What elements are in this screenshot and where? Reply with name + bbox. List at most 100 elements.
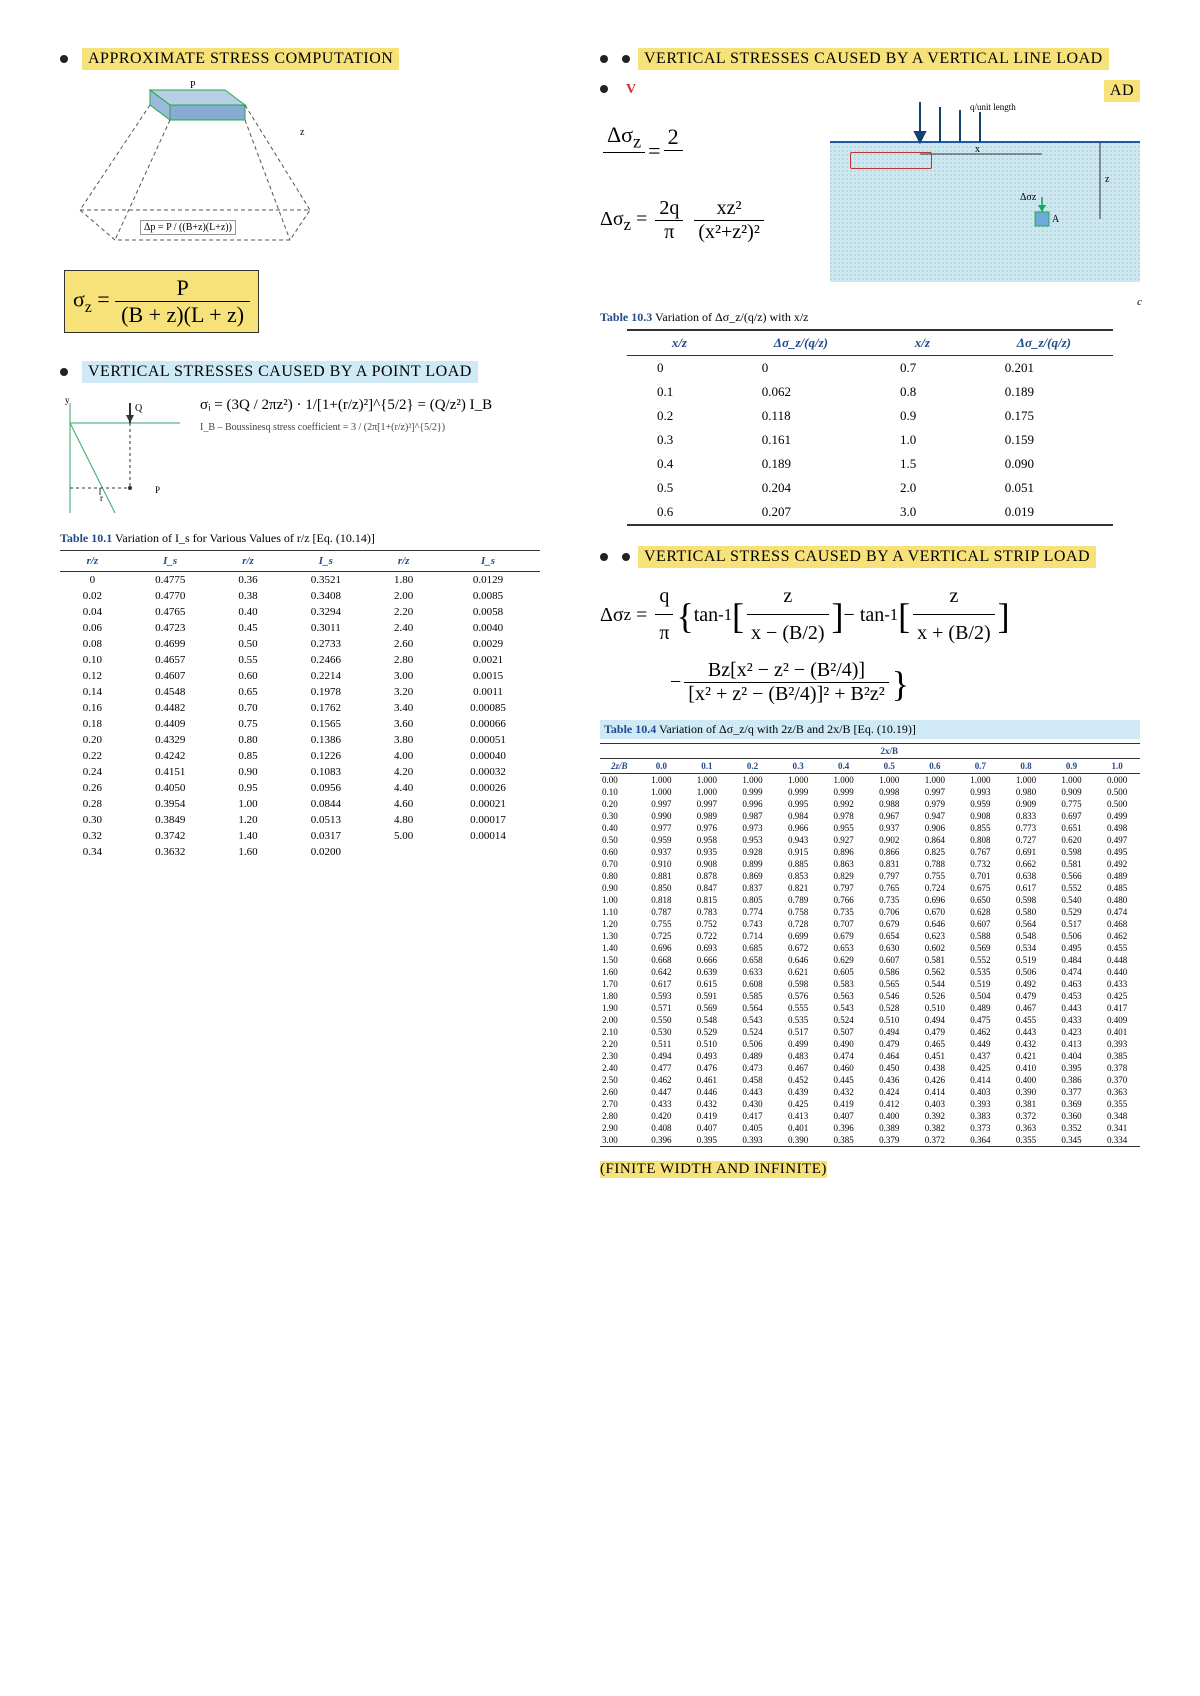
svg-text:z: z (1105, 174, 1110, 185)
table-row: 0.320.37421.400.03175.000.00014 (60, 828, 540, 844)
table-row: 0.900.8500.8470.8370.8210.7970.7650.7240… (600, 882, 1140, 894)
table-row: 2.200.5110.5100.5060.4990.4900.4790.4650… (600, 1038, 1140, 1050)
table-row: 2.700.4330.4320.4300.4250.4190.4120.4030… (600, 1098, 1140, 1110)
right-column: VERTICAL STRESSES CAUSED BY A VERTICAL L… (600, 48, 1140, 1178)
section-strip: VERTICAL STRESS CAUSED BY A VERTICAL STR… (600, 546, 1140, 568)
svg-text:P: P (155, 485, 160, 495)
sigma: σ (73, 287, 85, 312)
table-row: 0.220.42420.850.12264.000.00040 (60, 748, 540, 764)
table-row: 1.500.6680.6660.6580.6460.6290.6070.5810… (600, 954, 1140, 966)
table-row: 0.101.0001.0000.9990.9990.9990.9980.9970… (600, 786, 1140, 798)
svg-text:x: x (975, 144, 980, 155)
label-dp: Δp = P / ((B+z)(L+z)) (140, 220, 236, 235)
table-row: 0.160.44820.700.17623.400.00085 (60, 700, 540, 716)
table-row: 0.400.9770.9760.9730.9660.9550.9370.9060… (600, 822, 1140, 834)
section-line-short: AD (1104, 80, 1140, 102)
table101-caption: Table 10.1 Variation of I_s for Various … (60, 531, 540, 546)
approx-diagram: P z Δp = P / ((B+z)(L+z)) (60, 80, 320, 260)
table-row: 1.000.8180.8150.8050.7890.7660.7350.6960… (600, 894, 1140, 906)
label-P: P (190, 80, 196, 91)
table-row: 0.340.36321.600.0200 (60, 844, 540, 860)
table103-caption: Table 10.3 Variation of Δσ_z/(q/z) with … (600, 310, 1140, 325)
svg-text:Δσz: Δσz (1020, 192, 1037, 203)
table-row: 0.200.9970.9970.9960.9950.9920.9880.9790… (600, 798, 1140, 810)
section-approx-title: APPROXIMATE STRESS COMPUTATION (82, 48, 399, 70)
table-row: 1.600.6420.6390.6330.6210.6050.5860.5620… (600, 966, 1140, 978)
table-row: 3.000.3960.3950.3930.3900.3850.3790.3720… (600, 1134, 1140, 1147)
label-z: z (300, 127, 305, 138)
table-row: 2.800.4200.4190.4170.4130.4070.4000.3920… (600, 1110, 1140, 1122)
table-104: 2x/B 2z/B0.00.10.20.30.40.50.60.70.80.91… (600, 743, 1140, 1147)
table-row: 2.000.5500.5480.5430.5350.5240.5100.4940… (600, 1014, 1140, 1026)
section-line: VERTICAL STRESSES CAUSED BY A VERTICAL L… (600, 48, 1140, 70)
point-content: y Q P r σᵢ = (3Q / 2πz²) · 1/[1+(r/z)²]^… (60, 393, 540, 523)
bullet-icon (600, 85, 608, 93)
table-row: 0.200.43290.800.13863.800.00051 (60, 732, 540, 748)
section-point: VERTICAL STRESSES CAUSED BY A POINT LOAD (60, 361, 540, 383)
svg-text:A: A (1052, 214, 1060, 225)
table-row: 0.500.9590.9580.9530.9430.9270.9020.8640… (600, 834, 1140, 846)
table-row: 1.400.6960.6930.6850.6720.6530.6300.6020… (600, 942, 1140, 954)
line-formula-full: Δσz = 2qπ xz²(x²+z²)² (600, 197, 767, 244)
table-row: 2.400.4770.4760.4730.4670.4600.4500.4380… (600, 1062, 1140, 1074)
table-103: x/zΔσ_z/(q/z)x/zΔσ_z/(q/z) 000.70.2010.1… (627, 329, 1113, 526)
section-point-title: VERTICAL STRESSES CAUSED BY A POINT LOAD (82, 361, 478, 383)
formula-point-main: σᵢ = (3Q / 2πz²) · 1/[1+(r/z)²]^{5/2} = … (200, 397, 540, 414)
table-row: 0.800.8810.8780.8690.8530.8290.7970.7550… (600, 870, 1140, 882)
table-row: 0.700.9100.9080.8990.8850.8630.8310.7880… (600, 858, 1140, 870)
table-row: 1.200.7550.7520.7430.7280.7070.6790.6460… (600, 918, 1140, 930)
check-icon: V (626, 82, 636, 97)
table-row: 0.300.9900.9890.9870.9840.9780.9670.9470… (600, 810, 1140, 822)
table-row: 2.900.4080.4070.4050.4010.3960.3890.3820… (600, 1122, 1140, 1134)
table-row: 1.100.7870.7830.7740.7580.7350.7060.6700… (600, 906, 1140, 918)
label-qunit: q/unit length (970, 102, 1016, 112)
table-row: 2.300.4940.4930.4890.4830.4740.4640.4510… (600, 1050, 1140, 1062)
section-line-title: VERTICAL STRESSES CAUSED BY A VERTICAL L… (638, 48, 1109, 70)
svg-text:y: y (65, 395, 70, 405)
table-row: 0.240.41510.900.10834.200.00032 (60, 764, 540, 780)
table-row: 1.700.6170.6150.6080.5980.5830.5650.5440… (600, 978, 1140, 990)
table-row: 0.100.46570.550.24662.800.0021 (60, 652, 540, 668)
page: APPROXIMATE STRESS COMPUTATION P z Δp = (0, 0, 1200, 1696)
formula-strip: Δσz = qπ { tan-1[zx − (B/2)] − tan-1[zx … (600, 578, 1140, 651)
section-strip-title: VERTICAL STRESS CAUSED BY A VERTICAL STR… (638, 546, 1096, 568)
table-101: r/zI_sr/zI_sr/zI_s 00.47750.360.35211.80… (60, 550, 540, 860)
fraction: P (B + z)(L + z) (115, 275, 250, 328)
table-row: 0.060.47230.450.30112.400.0040 (60, 620, 540, 636)
section-approx: APPROXIMATE STRESS COMPUTATION (60, 48, 540, 70)
table-row: 1.300.7250.7220.7140.6990.6790.6540.6230… (600, 930, 1140, 942)
formula-point-ib: I_B – Boussinesq stress coefficient = 3 … (200, 422, 540, 433)
highlight-rect (850, 152, 932, 169)
table-row: 0.260.40500.950.09564.400.00026 (60, 780, 540, 796)
table-row: 00.47750.360.35211.800.0129 (60, 572, 540, 589)
note-c: c (1137, 296, 1142, 308)
table-row: 000.70.201 (627, 356, 1113, 381)
line-diagram: Δσz = 2 Δσz = 2qπ xz²(x²+z²)² (600, 102, 1140, 302)
table-row: 0.001.0001.0001.0001.0001.0001.0001.0001… (600, 774, 1140, 787)
bullet-icon (622, 553, 630, 561)
table-row: 0.30.1611.00.159 (627, 428, 1113, 452)
left-column: APPROXIMATE STRESS COMPUTATION P z Δp = (60, 48, 540, 860)
formula-strip-2: − Bz[x² − z² − (B²/4)] [x² + z² − (B²/4)… (670, 659, 1140, 706)
table-row: 0.60.2073.00.019 (627, 500, 1113, 525)
table-row: 0.040.47650.400.32942.200.0058 (60, 604, 540, 620)
table-row: 0.600.9370.9350.9280.9150.8960.8660.8250… (600, 846, 1140, 858)
bullet-icon (600, 553, 608, 561)
point-diagram: y Q P r (60, 393, 190, 523)
table-row: 0.020.47700.380.34082.000.0085 (60, 588, 540, 604)
line-head-row: V AD (600, 80, 1140, 98)
table-row: 2.500.4620.4610.4580.4520.4450.4360.4260… (600, 1074, 1140, 1086)
table-row: 0.20.1180.90.175 (627, 404, 1113, 428)
bullet-icon (60, 368, 68, 376)
table-row: 0.50.2042.00.051 (627, 476, 1113, 500)
table104-caption: Table 10.4 Variation of Δσ_z/q with 2z/B… (600, 720, 1140, 739)
formula-approx: σz = P (B + z)(L + z) (64, 270, 259, 333)
line-formula-ratio: Δσz = 2 (600, 122, 686, 179)
table-row: 0.140.45480.650.19783.200.0011 (60, 684, 540, 700)
table-row: 2.100.5300.5290.5240.5170.5070.4940.4790… (600, 1026, 1140, 1038)
bullet-icon (600, 55, 608, 63)
table-row: 0.120.46070.600.22143.000.0015 (60, 668, 540, 684)
bullet-icon (60, 55, 68, 63)
svg-text:Q: Q (135, 403, 143, 414)
footer-text: (FINITE WIDTH AND INFINITE) (600, 1161, 827, 1178)
